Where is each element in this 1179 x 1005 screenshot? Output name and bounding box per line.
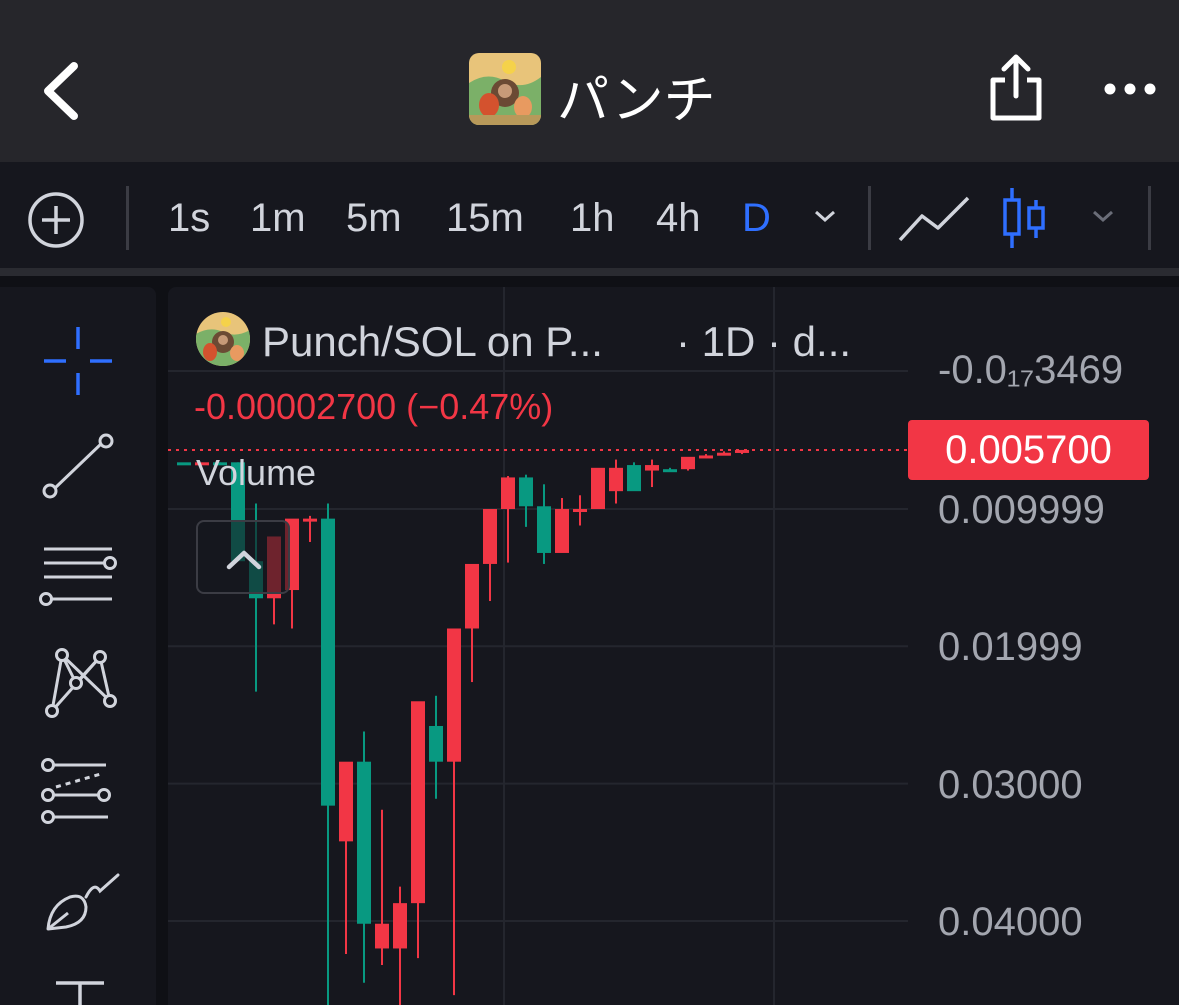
candle-body (357, 761, 371, 924)
candle-body (501, 477, 515, 510)
candle-body (537, 506, 551, 553)
candle-body (375, 923, 389, 949)
candle-body (717, 452, 731, 456)
candle-body (465, 563, 479, 629)
chevron-down-icon[interactable] (810, 206, 840, 226)
interval-5m[interactable]: 5m (346, 196, 402, 241)
fib-tool-icon[interactable] (38, 757, 118, 827)
candle-body (681, 456, 695, 470)
candle-body (519, 477, 533, 507)
volume-label: Volume (196, 452, 317, 493)
pattern-icon[interactable] (40, 645, 120, 721)
interval-d[interactable]: D (742, 196, 771, 241)
price-change: -0.00002700 (−0.47%) (194, 386, 554, 427)
candle-body (609, 467, 623, 492)
interval-4h[interactable]: 4h (656, 196, 701, 241)
chevron-up-icon (226, 550, 262, 570)
candle-body (555, 509, 569, 553)
price-label: -0.0₁₇3469 (938, 348, 1124, 392)
candle-body (303, 518, 317, 522)
candle-body (411, 701, 425, 904)
horizontal-lines-icon[interactable] (36, 541, 122, 611)
trend-line-icon[interactable] (38, 431, 118, 501)
page-title: パンチ (557, 71, 716, 131)
candle-body (645, 465, 659, 471)
candle-body (699, 455, 713, 459)
brush-icon[interactable] (40, 867, 124, 937)
line-chart-icon[interactable] (896, 190, 972, 246)
coin-avatar (469, 53, 541, 125)
candle-body (393, 903, 407, 949)
interval-15m[interactable]: 15m (446, 196, 524, 241)
candle-body (573, 509, 587, 513)
share-icon[interactable] (985, 52, 1047, 124)
current-price-tag: 0.005700 (908, 420, 1149, 480)
more-icon[interactable] (1100, 74, 1160, 104)
candle-body (321, 518, 335, 806)
candle-body (735, 449, 749, 453)
crosshair-icon[interactable] (40, 323, 116, 399)
candle-body (339, 761, 353, 842)
candle-body (663, 469, 677, 473)
price-label: 0.03000 (938, 763, 1083, 807)
interval-1s[interactable]: 1s (168, 196, 210, 241)
toolbar-divider (1148, 186, 1151, 250)
collapse-legend-button[interactable] (196, 520, 290, 594)
symbol-timeframe: · 1D · d... (676, 318, 852, 365)
back-chevron-icon[interactable] (36, 56, 96, 126)
price-label: 0.009999 (938, 488, 1105, 532)
drawing-tools-panel (0, 287, 156, 1005)
candle-body (177, 462, 191, 466)
coin-logo (196, 312, 250, 366)
interval-1m[interactable]: 1m (250, 196, 306, 241)
candle-body (591, 467, 605, 510)
toolbar-divider (868, 186, 871, 250)
candle-body (447, 628, 461, 762)
price-label: 0.01999 (938, 625, 1083, 669)
text-tool-icon[interactable] (50, 977, 110, 1005)
add-indicator-icon[interactable] (26, 190, 86, 250)
candle-body (429, 725, 443, 762)
toolbar-divider (126, 186, 129, 250)
candle-body (627, 465, 641, 492)
nav-bar: パンチ (0, 0, 1179, 162)
price-label: 0.04000 (938, 900, 1083, 944)
candle-body (483, 509, 497, 564)
candlestick-icon[interactable] (1000, 186, 1050, 250)
symbol-pair[interactable]: Punch/SOL on P... (262, 318, 603, 366)
chevron-down-icon[interactable] (1088, 206, 1118, 226)
interval-1h[interactable]: 1h (570, 196, 615, 241)
